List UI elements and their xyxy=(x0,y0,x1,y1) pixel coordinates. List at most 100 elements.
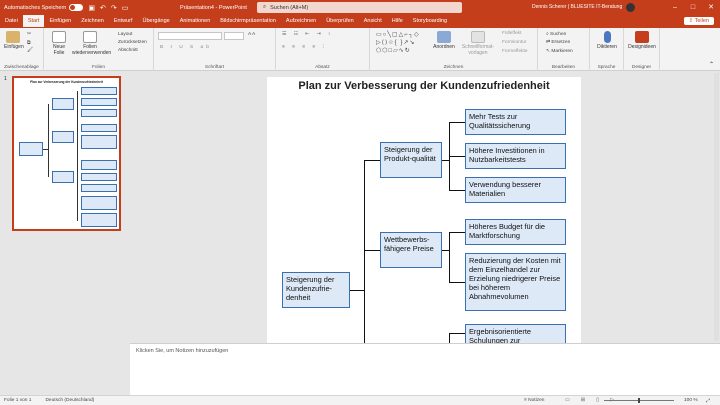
notes-pane[interactable]: Klicken Sie, um Notizen hinzuzufügen xyxy=(130,343,720,395)
maximize-icon[interactable]: □ xyxy=(684,0,702,15)
tab-ansicht[interactable]: Ansicht xyxy=(359,15,387,28)
tab-storyboarding[interactable]: Storyboarding xyxy=(408,15,452,28)
quick-styles-button[interactable]: Schnellformat-vorlagen xyxy=(458,31,498,56)
connector-line xyxy=(350,290,365,291)
ribbon-tabs: Datei Start Einfügen Zeichnen Entwurf Üb… xyxy=(0,15,720,28)
designer-icon xyxy=(635,31,649,43)
align-icons[interactable]: ≡ ≡ ≡ ≡ ⫶ xyxy=(282,44,327,50)
tab-aufzeichnen[interactable]: Aufzeichnen xyxy=(281,15,321,28)
group-label: Bearbeiten xyxy=(551,65,576,70)
reuse-slides-label: Folien wiederverwenden xyxy=(72,44,112,56)
microphone-icon xyxy=(603,31,611,43)
thumbnail-branch-node xyxy=(52,98,74,110)
save-icon[interactable]: ▣ xyxy=(88,4,95,12)
quick-styles-icon xyxy=(471,31,485,43)
share-button[interactable]: ⇪ Teilen xyxy=(683,17,714,25)
tab-zeichnen[interactable]: Zeichnen xyxy=(76,15,109,28)
thumbnail-leaf-node xyxy=(81,196,117,210)
minimize-icon[interactable]: – xyxy=(666,0,684,15)
shape-fill-button[interactable]: Fülleffekt xyxy=(502,31,521,36)
collapse-ribbon-icon[interactable]: ⌃ xyxy=(709,61,714,68)
group-label: Sprache xyxy=(597,65,616,70)
shape-outline-button[interactable]: Formkontur xyxy=(502,40,527,45)
group-clipboard: Einfügen ✂ ⧉ 🖌 Zwischenablage xyxy=(0,28,44,71)
format-painter-icon[interactable]: 🖌 xyxy=(27,48,33,53)
branch-node-pricing[interactable]: Wettbewerbs-fähigere Preise xyxy=(380,232,442,268)
dictate-label: Diktieren xyxy=(597,44,617,50)
font-format-icons[interactable]: B I U S ab xyxy=(160,45,212,50)
find-button[interactable]: ⌕ Suchen xyxy=(546,31,566,37)
avatar[interactable] xyxy=(626,3,635,12)
autosave-label: Automatisches Speichern xyxy=(4,4,67,11)
tab-animationen[interactable]: Animationen xyxy=(175,15,216,28)
reset-button[interactable]: Zurücksetzen xyxy=(118,40,147,45)
leaf-node[interactable]: Ergebnisorientierte Schulungen zur Verbe… xyxy=(465,324,566,343)
tab-entwurf[interactable]: Entwurf xyxy=(109,15,138,28)
thumbnail-leaf-node xyxy=(81,135,117,149)
group-label: Absatz xyxy=(315,65,330,70)
close-icon[interactable]: ✕ xyxy=(702,0,720,15)
reuse-slides-button[interactable]: Folien wiederverwenden xyxy=(72,31,112,56)
leaf-node[interactable]: Reduzierung der Kosten mit dem Einzelhan… xyxy=(465,253,566,311)
leaf-node[interactable]: Mehr Tests zur Qualitätssicherung xyxy=(465,109,566,135)
autosave-toggle[interactable] xyxy=(69,4,84,11)
connector-line xyxy=(364,160,365,343)
user-name[interactable]: Dennis Scherer | BLUESITE IT-Beratung xyxy=(532,4,622,10)
select-button[interactable]: ↖ Markieren xyxy=(546,49,573,54)
list-icons[interactable]: ☰ ☷ ⇤ ⇥ ↕ xyxy=(282,32,333,37)
present-icon[interactable]: ▭ xyxy=(122,4,129,12)
group-drawing: ▭○╲▢△⌐┐◇ ▷⟨⟩☆{ }↗↘ ⬠⬡□▱∿↻ Anordnen Schnell… xyxy=(370,28,538,71)
slide-thumbnail[interactable]: Plan zur Verbesserung der Kundenzufriede… xyxy=(12,76,121,231)
group-slides: Neue Folie Folien wiederverwenden Layout… xyxy=(44,28,154,71)
tab-start[interactable]: Start xyxy=(22,15,45,28)
paste-button[interactable]: Einfügen xyxy=(4,31,24,50)
thumbnail-leaf-node xyxy=(81,184,117,192)
zoom-thumb[interactable] xyxy=(638,398,640,403)
font-name-select[interactable] xyxy=(158,32,222,40)
search-box[interactable]: ⌕ Suchen (Alt+M) xyxy=(257,2,462,13)
new-slide-button[interactable]: Neue Folie xyxy=(48,31,70,56)
layout-button[interactable]: Layout xyxy=(118,32,132,37)
zoom-level[interactable]: 100 % xyxy=(684,398,698,403)
font-grow-icon[interactable]: A A xyxy=(248,32,255,37)
group-editing: ⌕ Suchen ⇄ Ersetzen ↖ Markieren Bearbeit… xyxy=(538,28,590,71)
branch-node-quality[interactable]: Steigerung der Produkt-qualität xyxy=(380,142,442,178)
section-button[interactable]: Abschnitt xyxy=(118,48,138,53)
thumbnail-leaf-node xyxy=(81,213,117,227)
design-ideas-button[interactable]: Designideen xyxy=(626,31,658,50)
tab-einfuegen[interactable]: Einfügen xyxy=(44,15,76,28)
tab-hilfe[interactable]: Hilfe xyxy=(387,15,408,28)
notes-label: Notizen xyxy=(528,398,545,403)
cut-icon[interactable]: ✂ xyxy=(27,32,31,37)
dictate-button[interactable]: Diktieren xyxy=(594,31,620,50)
connector-line xyxy=(449,232,465,233)
slide-title[interactable]: Plan zur Verbesserung der Kundenzufriede… xyxy=(267,80,581,92)
tab-ueberpruefen[interactable]: Überprüfen xyxy=(321,15,359,28)
shapes-gallery[interactable]: ▭○╲▢△⌐┐◇ ▷⟨⟩☆{ }↗↘ ⬠⬡□▱∿↻ xyxy=(376,31,428,58)
group-paragraph: ☰ ☷ ⇤ ⇥ ↕ ≡ ≡ ≡ ≡ ⫶ Absatz xyxy=(276,28,370,71)
leaf-node[interactable]: Höhere Investitionen in Nutzbarkeitstest… xyxy=(465,143,566,169)
tab-uebergaenge[interactable]: Übergänge xyxy=(137,15,174,28)
slide-canvas[interactable]: Plan zur Verbesserung der Kundenzufriede… xyxy=(267,77,581,343)
leaf-node[interactable]: Höheres Budget für die Marktforschung xyxy=(465,219,566,245)
tab-bildschirmpraesentation[interactable]: Bildschirmpräsentation xyxy=(215,15,281,28)
font-size-select[interactable] xyxy=(224,32,244,40)
shape-effects-button[interactable]: Formeffekte xyxy=(502,49,528,54)
redo-icon[interactable]: ↷ xyxy=(111,4,117,12)
new-slide-icon xyxy=(52,31,66,43)
root-node[interactable]: Steigerung der Kundenzufrie-denheit xyxy=(282,272,350,308)
vertical-scrollbar[interactable] xyxy=(714,73,719,341)
fit-slide-icon[interactable]: ⤢ xyxy=(706,398,710,404)
tab-datei[interactable]: Datei xyxy=(0,15,23,28)
undo-icon[interactable]: ↶ xyxy=(100,4,106,12)
search-icon: ⌕ xyxy=(263,4,267,10)
thumbnail-leaf-node xyxy=(81,87,117,95)
arrange-button[interactable]: Anordnen xyxy=(432,31,456,50)
replace-button[interactable]: ⇄ Ersetzen xyxy=(546,40,570,45)
clipboard-icon xyxy=(6,31,20,43)
notes-button[interactable]: ≡ Notizen xyxy=(524,398,544,403)
copy-icon[interactable]: ⧉ xyxy=(27,40,30,46)
thumbnail-connector xyxy=(48,104,49,177)
leaf-node[interactable]: Verwendung besserer Materialien xyxy=(465,177,566,203)
language-status[interactable]: Deutsch (Deutschland) xyxy=(45,398,94,403)
